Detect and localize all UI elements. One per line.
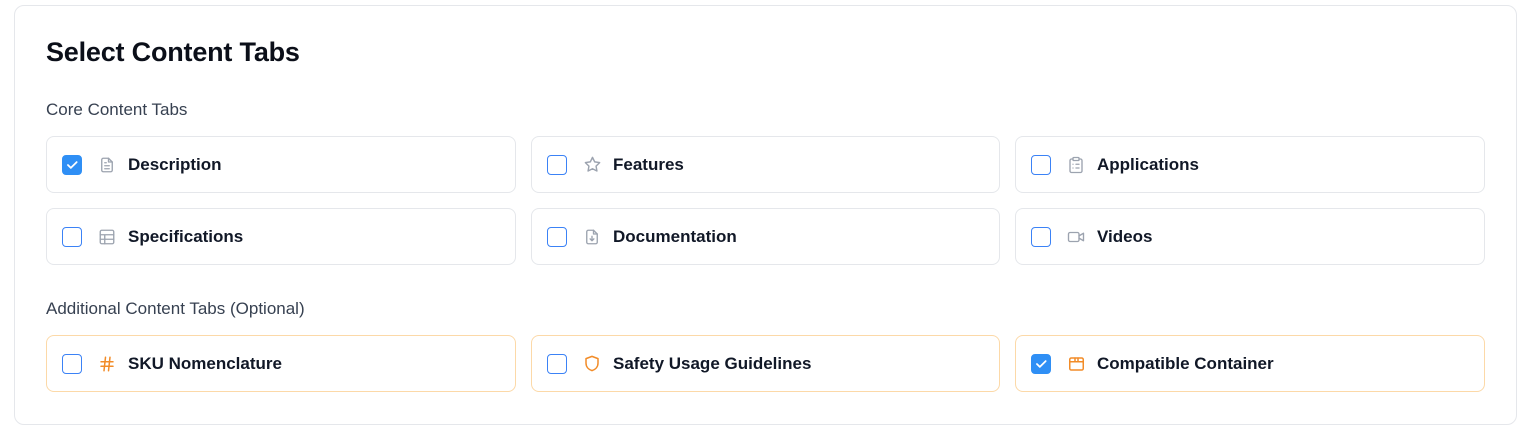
file-download-icon bbox=[582, 227, 602, 247]
tab-option-label: SKU Nomenclature bbox=[128, 353, 282, 373]
tab-option-label: Applications bbox=[1097, 154, 1200, 174]
tab-option-label: Safety Usage Guidelines bbox=[613, 353, 812, 373]
tab-option-label: Features bbox=[613, 154, 684, 174]
clipboard-list-icon bbox=[1066, 155, 1086, 175]
shield-icon bbox=[582, 354, 602, 374]
core-section-label: Core Content Tabs bbox=[46, 100, 188, 119]
additional-tabs-grid: SKU Nomenclature Safety Usage Guidelines… bbox=[46, 335, 1486, 392]
checkbox[interactable] bbox=[62, 154, 82, 175]
checkbox[interactable] bbox=[1031, 154, 1051, 175]
video-icon bbox=[1066, 227, 1086, 247]
tab-option-safety-usage-guidelines[interactable]: Safety Usage Guidelines bbox=[531, 335, 1000, 392]
checkbox[interactable] bbox=[547, 154, 567, 175]
checkbox[interactable] bbox=[1031, 226, 1051, 247]
tab-option-label: Description bbox=[128, 154, 222, 174]
checkbox[interactable] bbox=[1031, 353, 1051, 374]
checkbox[interactable] bbox=[547, 226, 567, 247]
package-icon bbox=[1066, 354, 1086, 374]
tab-option-label: Specifications bbox=[128, 226, 244, 246]
core-tabs-grid: Description Features Applications Specif… bbox=[46, 136, 1486, 265]
checkbox[interactable] bbox=[547, 353, 567, 374]
tab-option-label: Videos bbox=[1097, 226, 1153, 246]
content-tabs-panel: Select Content Tabs Core Content Tabs De… bbox=[14, 5, 1517, 425]
file-text-icon bbox=[97, 155, 117, 175]
tab-option-applications[interactable]: Applications bbox=[1015, 136, 1485, 193]
tab-option-description[interactable]: Description bbox=[46, 136, 516, 193]
tab-option-videos[interactable]: Videos bbox=[1015, 208, 1485, 265]
tab-option-documentation[interactable]: Documentation bbox=[531, 208, 1000, 265]
checkbox[interactable] bbox=[62, 353, 82, 374]
tab-option-specifications[interactable]: Specifications bbox=[46, 208, 516, 265]
tab-option-features[interactable]: Features bbox=[531, 136, 1000, 193]
panel-title: Select Content Tabs bbox=[46, 37, 300, 67]
tab-option-label: Compatible Container bbox=[1097, 353, 1274, 373]
checkbox[interactable] bbox=[62, 226, 82, 247]
tab-option-compatible-container[interactable]: Compatible Container bbox=[1015, 335, 1485, 392]
tab-option-sku-nomenclature[interactable]: SKU Nomenclature bbox=[46, 335, 516, 392]
tab-option-label: Documentation bbox=[613, 226, 737, 246]
additional-section-label: Additional Content Tabs (Optional) bbox=[46, 299, 305, 318]
hash-icon bbox=[97, 354, 117, 374]
star-icon bbox=[582, 155, 602, 175]
table-icon bbox=[97, 227, 117, 247]
